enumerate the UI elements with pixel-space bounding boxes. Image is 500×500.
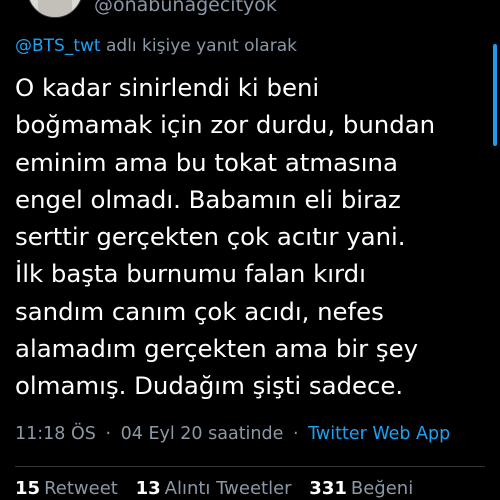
author-handle[interactable]: @onabunagecityok [94, 0, 277, 16]
like-label: Beğeni [350, 478, 414, 499]
tweet-text-line: serttir gerçekten çok acıtır yani. [15, 222, 406, 252]
tweet-time[interactable]: 11:18 ÖS [15, 424, 96, 444]
quote-count: 13 [135, 478, 161, 499]
tweet-text-line: boğmamak için zor durdu, bundan [15, 110, 436, 140]
quote-label: Alıntı Tweetler [164, 478, 292, 499]
like-count-link[interactable]: 331 Beğeni [309, 478, 413, 499]
divider [15, 466, 485, 467]
author-avatar[interactable] [27, 0, 83, 18]
like-count: 331 [309, 478, 347, 499]
meta-separator: · [105, 424, 112, 444]
tweet-text-line: sandım canım çok acıdı, nefes [15, 296, 384, 326]
tweet-text-line: İlk başta burnumu falan kırdı [15, 259, 366, 289]
retweet-count-link[interactable]: 15 Retweet [15, 478, 118, 499]
tweet-text-line: alamadım gerçekten ama bir şey [15, 334, 419, 364]
quote-count-link[interactable]: 13 Alıntı Tweetler [136, 478, 292, 499]
reply-context-text: adlı kişiye yanıt olarak [100, 36, 297, 56]
tweet-text-line: olmamış. Dudağım şişti sadece. [15, 371, 404, 401]
meta-separator: · [292, 424, 299, 444]
tweet-source-link[interactable]: Twitter Web App [308, 424, 450, 444]
retweet-label: Retweet [44, 478, 118, 499]
reply-context: @BTS_twt adlı kişiye yanıt olarak [15, 36, 297, 56]
tweet-stats: 15 Retweet 13 Alıntı Tweetler 331 Beğeni [15, 478, 425, 499]
scrollbar[interactable] [493, 44, 497, 146]
tweet-text-line: eminim ama bu tokat atmasına [15, 147, 398, 177]
tweet-text: O kadar sinirlendi ki beni boğmamak için… [15, 69, 485, 405]
tweet-text-line: engel olmadı. Babamın eli biraz [15, 184, 401, 214]
tweet-meta: 11:18 ÖS · 04 Eyl 20 saatinde · Twitter … [15, 424, 450, 444]
tweet-text-line: O kadar sinirlendi ki beni [15, 73, 320, 102]
tweet-date[interactable]: 04 Eyl 20 saatinde [121, 424, 284, 444]
retweet-count: 15 [15, 478, 41, 499]
reply-mention-link[interactable]: @BTS_twt [15, 36, 101, 56]
